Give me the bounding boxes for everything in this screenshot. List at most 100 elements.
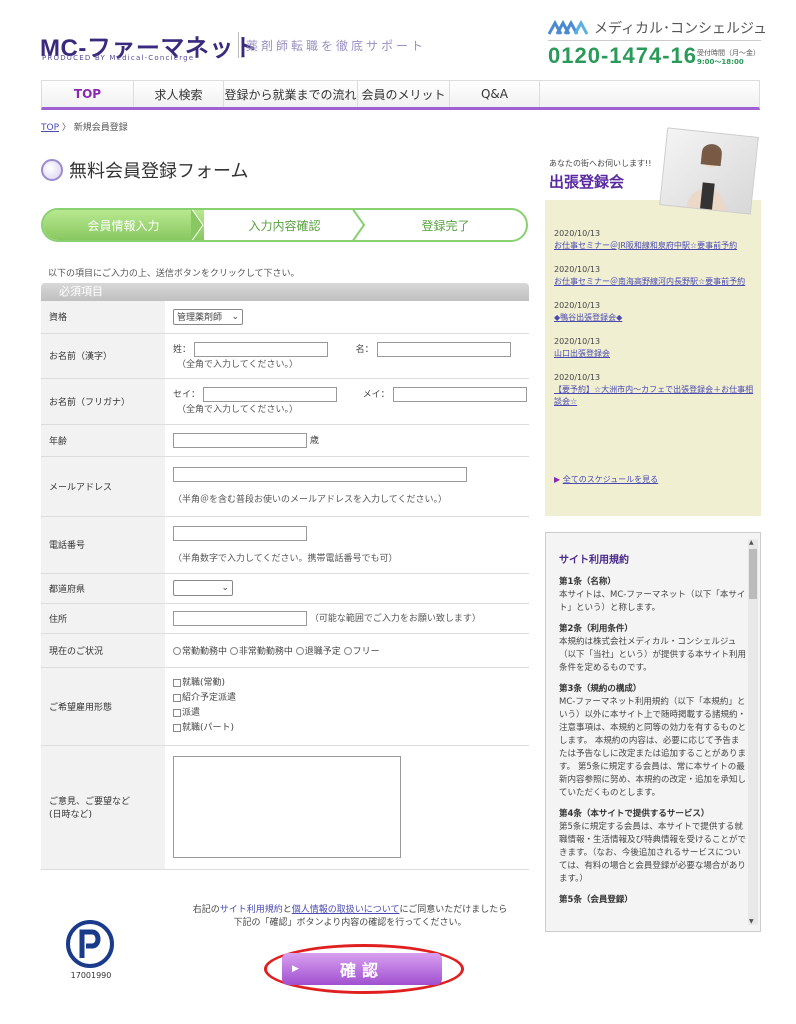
terms-link[interactable]: サイト利用規約 [220,905,283,915]
person-photo-icon [685,144,726,213]
promo-panel: あなたの街へお伺いします!! 出張登録会 2020/10/13 お仕事セミナー＠… [545,127,761,516]
employment-option: 就職(パート) [182,723,235,733]
mei-input[interactable] [376,341,511,357]
comments-label-line2: (日時など) [49,810,93,820]
privacy-mark-icon: 17001990 [66,920,114,980]
promo-date: 2020/10/13 [554,301,601,310]
pref-select[interactable]: ⌄ [173,580,233,596]
address-input[interactable] [173,610,307,626]
mei-kana-input[interactable] [392,387,527,402]
status-option: 非常勤勤務中 [238,646,293,657]
step-complete: 登録完了 [365,210,526,240]
sei-input[interactable] [193,341,328,357]
promo-small-text: あなたの街へお伺いします!! [549,159,652,168]
sei-label: 姓： [173,344,192,355]
step-confirm-label: 入力内容確認 [248,218,321,233]
qualification-value: 管理薬剤師 [177,313,223,324]
article-body: 本サイトは、MC-ファーマネット（以下「本サイト」という）と称します。 [559,590,746,613]
terms-article: 第2条（利用条件） 本規約は株式会社メディカル・コンシェルジュ（以下「当社」という… [559,623,746,675]
all-schedule-link[interactable]: ▶ 全てのスケジュールを見る [554,474,658,485]
section-header: 必須項目 [41,283,529,301]
phone-label: 電話番号 [41,516,165,574]
chevron-down-icon: ⌄ [221,583,229,593]
employment-checkbox[interactable] [173,678,181,687]
step-confirm: 入力内容確認 [204,210,366,240]
employment-checkbox[interactable] [173,693,181,702]
promo-link[interactable]: お仕事セミナー＠南海高野線河内長野駅☆要事前予約 [554,276,754,288]
nav-flow[interactable]: 登録から就業までの流れ [224,81,358,107]
promo-link[interactable]: お仕事セミナー＠JR阪和線和泉府中駅☆要事前予約 [554,240,754,252]
registration-form: 資格 管理薬剤師 ⌄ お名前（漢字） 姓： 名： （全角で入力してください。） … [41,301,529,870]
scroll-up-icon[interactable]: ▲ [749,539,754,546]
list-item: 2020/10/13 山口出張登録会 [554,336,754,360]
terms-title: サイト利用規約 [559,555,629,566]
qualification-select[interactable]: 管理薬剤師 ⌄ [173,308,243,325]
step-arrow-icon [352,210,366,240]
agree-line2: 下記の「確認」ボタンより内容の確認を行ってください。 [233,918,467,928]
all-schedule-label: 全てのスケジュールを見る [562,475,659,484]
qualification-label: 資格 [41,301,165,334]
promo-link[interactable]: ◆鴨谷出張登録会◆ [554,312,754,324]
hours: 受付時間（月～金） 9:00～18:00 [697,49,760,67]
terms-article: 第3条（規約の構成） MC-ファーマネット利用規約（以下「本規約」という）以外に本… [559,683,746,800]
brand-name: メディカル･コンシェルジュ [594,21,768,37]
breadcrumb: TOP 〉 新規会員登録 [41,120,128,133]
nav-top[interactable]: TOP [42,81,134,107]
article-body: MC-ファーマネット利用規約（以下「本規約」という）以外に本サイト上で随時掲載す… [559,697,747,798]
article-body: 第5条に規定する会員は、本サイトで提供する就職情報・生活情報及び特典情報を受ける… [559,822,747,884]
comments-textarea[interactable] [173,756,401,858]
status-radio[interactable] [229,647,238,655]
email-input[interactable] [173,467,467,482]
promo-date: 2020/10/13 [554,229,601,238]
status-radio[interactable] [173,647,181,655]
name-kanji-label: お名前（漢字） [41,333,165,379]
breadcrumb-home[interactable]: TOP [41,123,59,133]
article-head: 第5条（会員登録） [559,895,633,905]
promo-date: 2020/10/13 [554,337,601,346]
phone-note: （半角数字で入力してください。携帯電話番号でも可） [173,553,398,564]
triangle-right-icon: ▶ [554,475,561,484]
agree-mid: と [282,905,292,915]
form-instruction: 以下の項目にご入力の上、送信ボタンをクリックして下さい。 [48,269,300,279]
age-input[interactable] [173,432,307,448]
phone-input[interactable] [173,525,307,541]
name-kana-label: お名前（フリガナ） [41,378,165,425]
mei-kana-label: メイ： [362,390,390,400]
sei-kana-input[interactable] [202,387,337,402]
page-title-text: 無料会員登録フォーム [69,161,249,182]
status-radio[interactable] [343,647,352,655]
list-item: 2020/10/13 お仕事セミナー＠JR阪和線和泉府中駅☆要事前予約 [554,228,754,252]
scroll-down-icon[interactable]: ▼ [749,918,754,925]
nav-merit[interactable]: 会員のメリット [358,81,450,107]
confirm-button[interactable]: ▶ 確認 [282,953,442,985]
promo-date: 2020/10/13 [554,265,601,274]
nav-qa[interactable]: Q&A [450,81,540,107]
employment-checkbox[interactable] [173,723,181,732]
progress-steps: 会員情報入力 入力内容確認 登録完了 [41,208,528,242]
promo-header: あなたの街へお伺いします!! 出張登録会 [545,127,761,215]
employment-checkbox[interactable] [173,708,181,717]
hours-label: 受付時間（月～金） [697,49,760,57]
step-complete-label: 登録完了 [421,218,470,233]
promo-list: 2020/10/13 お仕事セミナー＠JR阪和線和泉府中駅☆要事前予約 2020… [554,228,754,420]
status-option: 退職予定 [304,646,341,657]
privacy-link[interactable]: 個人情報の取扱いについて [292,905,400,915]
scroll-thumb[interactable] [749,549,757,599]
employment-option: 派遣 [182,708,201,718]
breadcrumb-current: 新規会員登録 [73,123,128,133]
terms-scrollbar[interactable]: ▲ ▼ [748,539,758,925]
privacy-mark-number: 17001990 [71,971,112,980]
promo-link[interactable]: 【要予約】☆大洲市内～カフェで出張登録会＋お仕事相談会☆ [554,384,754,408]
status-radio[interactable] [295,647,304,655]
header-divider [548,40,761,41]
promo-title[interactable]: 出張登録会 [549,171,624,192]
promo-date: 2020/10/13 [554,373,601,382]
brand: メディカル･コンシェルジュ [548,18,767,38]
address-note: （可能な範囲でご入力をお願い致します） [309,613,481,624]
promo-link[interactable]: 山口出張登録会 [554,348,754,360]
nav-job-search[interactable]: 求人検索 [134,81,224,107]
status-option: 常勤勤務中 [182,646,228,657]
terms-box[interactable]: サイト利用規約 第1条（名称） 本サイトは、MC-ファーマネット（以下「本サイト」… [545,532,761,932]
mei-label: 名： [355,344,374,355]
email-note: （半角＠を含む普段お使いのメールアドレスを入力してください。） [173,495,447,505]
